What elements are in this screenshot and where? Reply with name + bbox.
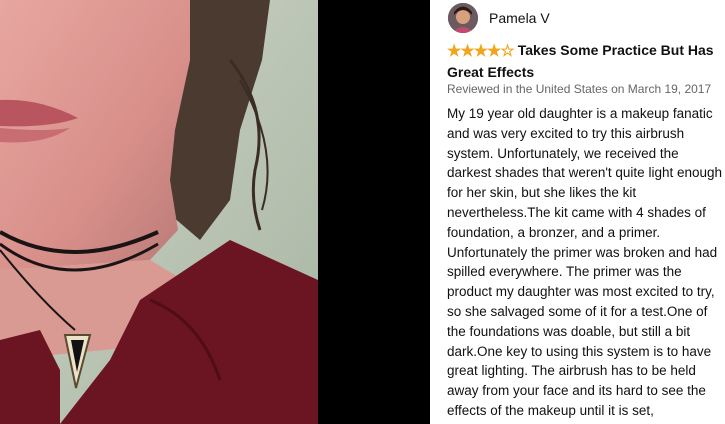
avatar-image bbox=[448, 3, 478, 33]
star-filled-icon: ★ bbox=[473, 43, 488, 60]
review-photo[interactable] bbox=[0, 0, 318, 424]
star-filled-icon: ★ bbox=[447, 43, 461, 60]
review-photo-image bbox=[0, 0, 318, 424]
star-filled-icon: ★ bbox=[487, 43, 501, 60]
review-body: My 19 year old daughter is a makeup fana… bbox=[447, 106, 723, 418]
review-card: Pamela V ★★★★☆ Takes Some Practice But H… bbox=[430, 0, 725, 424]
reviewer-avatar[interactable] bbox=[448, 3, 478, 33]
reviewer-header: Pamela V bbox=[448, 3, 550, 33]
star-filled-icon: ★ bbox=[460, 43, 474, 60]
review-title-row: ★★★★☆ Takes Some Practice But Has Great … bbox=[447, 40, 723, 82]
star-empty-icon: ☆ bbox=[500, 43, 514, 60]
star-rating[interactable]: ★★★★☆ bbox=[447, 42, 515, 62]
review-date: Reviewed in the United States on March 1… bbox=[447, 82, 712, 96]
review-photo-panel bbox=[0, 0, 430, 424]
reviewer-name[interactable]: Pamela V bbox=[489, 10, 550, 26]
